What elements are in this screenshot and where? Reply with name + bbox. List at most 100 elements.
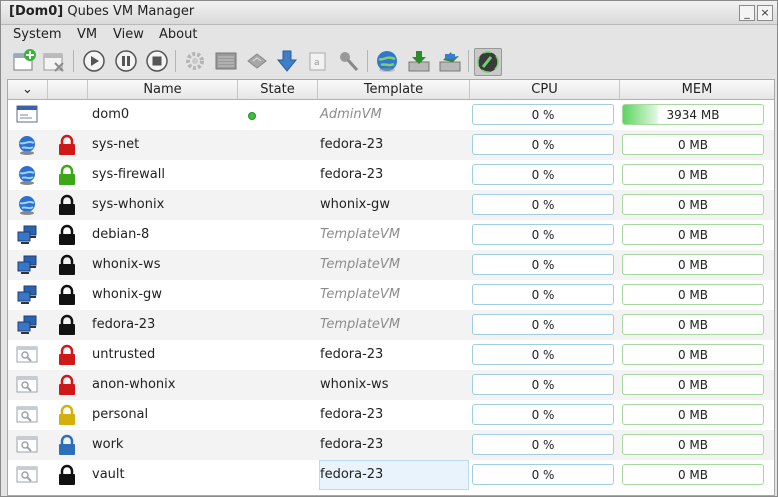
minimize-button[interactable]: _ (739, 5, 755, 21)
vm-template[interactable]: fedora-23 (320, 400, 383, 430)
cpu-usage-text: 0 % (531, 138, 555, 152)
appvm-icon (16, 344, 38, 366)
vm-template[interactable]: AdminVM (320, 100, 382, 130)
vm-template[interactable]: TemplateVM (320, 220, 400, 250)
column-header-name[interactable]: Name (88, 80, 238, 99)
vm-table: ⌄ Name State Template CPU MEM dom0 AdminV… (7, 79, 775, 496)
column-sort-toggle[interactable]: ⌄ (8, 80, 48, 99)
vm-name: fedora-23 (92, 317, 156, 332)
update-vm-icon[interactable] (274, 48, 300, 74)
vm-template[interactable]: fedora-23 (320, 160, 383, 190)
vm-name: work (92, 437, 124, 452)
lock-icon-black (58, 464, 76, 486)
mem-usage-text: 0 MB (677, 168, 709, 182)
mem-usage-text: 0 MB (677, 348, 709, 362)
vm-template[interactable]: TemplateVM (320, 310, 400, 340)
table-row[interactable]: debian-8 TemplateVM 0 % 0 MB (8, 220, 774, 250)
mem-usage-bar: 0 MB (622, 434, 764, 455)
cpu-usage-bar: 0 % (472, 464, 614, 485)
templatevm-icon (16, 284, 38, 306)
qubes-vm-manager-window: [Dom0] Qubes VM Manager _ × System VM Vi… (0, 0, 778, 497)
templatevm-icon (16, 224, 38, 246)
vm-template[interactable]: fedora-23 (320, 430, 383, 460)
vm-name: debian-8 (92, 227, 150, 242)
cpu-usage-text: 0 % (531, 228, 555, 242)
netvm-icon (16, 134, 38, 156)
global-settings-icon[interactable] (374, 48, 400, 74)
start-vm-icon[interactable] (81, 48, 107, 74)
lock-icon-red (58, 134, 76, 156)
cpu-usage-text: 0 % (531, 408, 555, 422)
backup-icon[interactable] (406, 48, 432, 74)
vm-template[interactable]: whonix-gw (320, 190, 390, 220)
vm-template[interactable]: fedora-23 (320, 340, 383, 370)
vm-template[interactable]: fedora-23 (320, 130, 383, 160)
mem-usage-text: 0 MB (677, 408, 709, 422)
window-title: [Dom0] Qubes VM Manager (9, 4, 195, 19)
column-header-template[interactable]: Template (318, 80, 470, 99)
mem-usage-bar: 0 MB (622, 314, 764, 335)
table-row[interactable]: sys-whonix whonix-gw 0 % 0 MB (8, 190, 774, 220)
table-row[interactable]: sys-firewall fedora-23 0 % 0 MB (8, 160, 774, 190)
vm-template[interactable]: whonix-ws (320, 370, 388, 400)
mem-usage-bar: 0 MB (622, 134, 764, 155)
mem-usage-fill (623, 105, 658, 124)
close-button[interactable]: × (757, 5, 773, 21)
cpu-usage-bar: 0 % (472, 254, 614, 275)
table-row[interactable]: vault fedora-23 0 % 0 MB (8, 460, 774, 490)
menu-bar: System VM View About (1, 25, 777, 45)
table-row[interactable]: personal fedora-23 0 % 0 MB (8, 400, 774, 430)
lock-icon-black (58, 314, 76, 336)
remove-vm-icon[interactable] (41, 48, 67, 74)
table-row[interactable]: anon-whonix whonix-ws 0 % 0 MB (8, 370, 774, 400)
title-bar[interactable]: [Dom0] Qubes VM Manager _ × (1, 1, 777, 25)
lock-icon-yellow (58, 404, 76, 426)
column-header-mem[interactable]: MEM (620, 80, 774, 99)
mem-usage-bar: 0 MB (622, 344, 764, 365)
attach-detach-icon[interactable] (244, 48, 270, 74)
firewall-icon[interactable] (335, 48, 361, 74)
logs-icon[interactable]: a (304, 48, 330, 74)
vm-template[interactable]: fedora-23 (320, 460, 383, 490)
mem-usage-text: 0 MB (677, 318, 709, 332)
cpu-usage-bar: 0 % (472, 344, 614, 365)
cpu-usage-text: 0 % (531, 288, 555, 302)
column-header-state[interactable]: State (238, 80, 318, 99)
table-row[interactable]: dom0 AdminVM 0 % 3934 MB (8, 100, 774, 130)
restore-icon[interactable] (437, 48, 463, 74)
vm-name: sys-whonix (92, 197, 165, 212)
mem-usage-bar: 0 MB (622, 194, 764, 215)
settings-icon[interactable] (182, 48, 208, 74)
column-header-label[interactable] (48, 80, 88, 99)
vm-template[interactable]: TemplateVM (320, 250, 400, 280)
stop-vm-icon[interactable] (144, 48, 170, 74)
lock-icon-blue (58, 434, 76, 456)
show-hide-inactive-icon[interactable] (474, 48, 502, 76)
menu-system[interactable]: System (13, 27, 61, 42)
mem-usage-bar: 0 MB (622, 284, 764, 305)
vm-name: untrusted (92, 347, 156, 362)
column-header-cpu[interactable]: CPU (470, 80, 620, 99)
pause-vm-icon[interactable] (113, 48, 139, 74)
lock-icon-black (58, 194, 76, 216)
table-row[interactable]: untrusted fedora-23 0 % 0 MB (8, 340, 774, 370)
menu-view[interactable]: View (113, 27, 144, 42)
mem-usage-text: 0 MB (677, 468, 709, 482)
cpu-usage-bar: 0 % (472, 104, 614, 125)
table-row[interactable]: whonix-gw TemplateVM 0 % 0 MB (8, 280, 774, 310)
vm-name: sys-net (92, 137, 140, 152)
menu-about[interactable]: About (159, 27, 197, 42)
vm-name: whonix-gw (92, 287, 162, 302)
cpu-usage-bar: 0 % (472, 314, 614, 335)
table-row[interactable]: fedora-23 TemplateVM 0 % 0 MB (8, 310, 774, 340)
table-row[interactable]: sys-net fedora-23 0 % 0 MB (8, 130, 774, 160)
menu-vm[interactable]: VM (77, 27, 97, 42)
table-row[interactable]: whonix-ws TemplateVM 0 % 0 MB (8, 250, 774, 280)
mem-usage-text: 0 MB (677, 198, 709, 212)
cpu-usage-bar: 0 % (472, 404, 614, 425)
run-command-icon[interactable] (213, 48, 239, 74)
table-row[interactable]: work fedora-23 0 % 0 MB (8, 430, 774, 460)
cpu-usage-bar: 0 % (472, 284, 614, 305)
vm-template[interactable]: TemplateVM (320, 280, 400, 310)
create-vm-icon[interactable] (11, 48, 37, 74)
